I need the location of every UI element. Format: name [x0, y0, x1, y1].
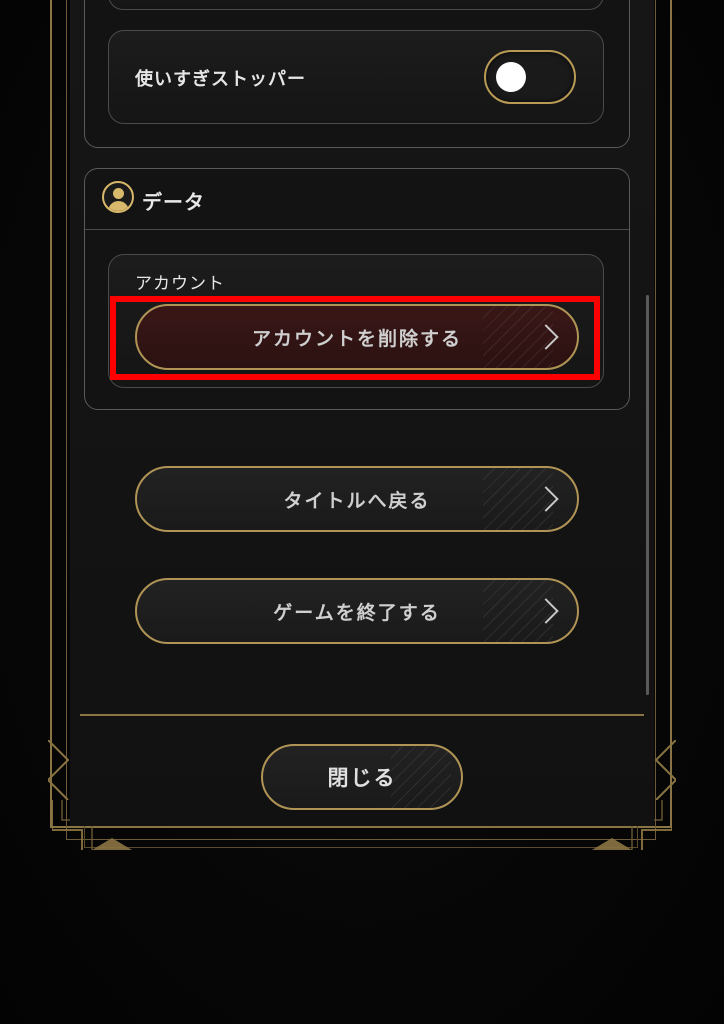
data-section-title: データ [142, 190, 205, 214]
overuse-stopper-label: 使いすぎストッパー [135, 69, 306, 90]
return-to-title-label: タイトルへ戻る [283, 489, 431, 512]
toggle-knob [496, 62, 526, 92]
frame-side-ornament-left-icon [48, 740, 70, 800]
close-button-label: 閉じる [327, 766, 397, 790]
return-to-title-button[interactable]: タイトルへ戻る [135, 466, 579, 532]
overuse-stopper-toggle[interactable] [484, 50, 576, 104]
previous-setting-card [108, 0, 604, 10]
quit-game-button[interactable]: ゲームを終了する [135, 578, 579, 644]
highlight-box [110, 296, 600, 380]
user-icon [102, 181, 134, 213]
quit-game-label: ゲームを終了する [273, 601, 441, 624]
scrollbar[interactable] [646, 295, 649, 695]
section-header-divider [85, 229, 629, 230]
account-label: アカウント [135, 274, 225, 294]
frame-side-ornament-right-icon [654, 740, 676, 800]
close-button[interactable]: 閉じる [261, 744, 463, 810]
footer-divider [80, 714, 644, 716]
settings-screen: 使いすぎストッパー データ アカウント アカウントを削除する タイトルへ戻る ゲ… [0, 0, 724, 1024]
